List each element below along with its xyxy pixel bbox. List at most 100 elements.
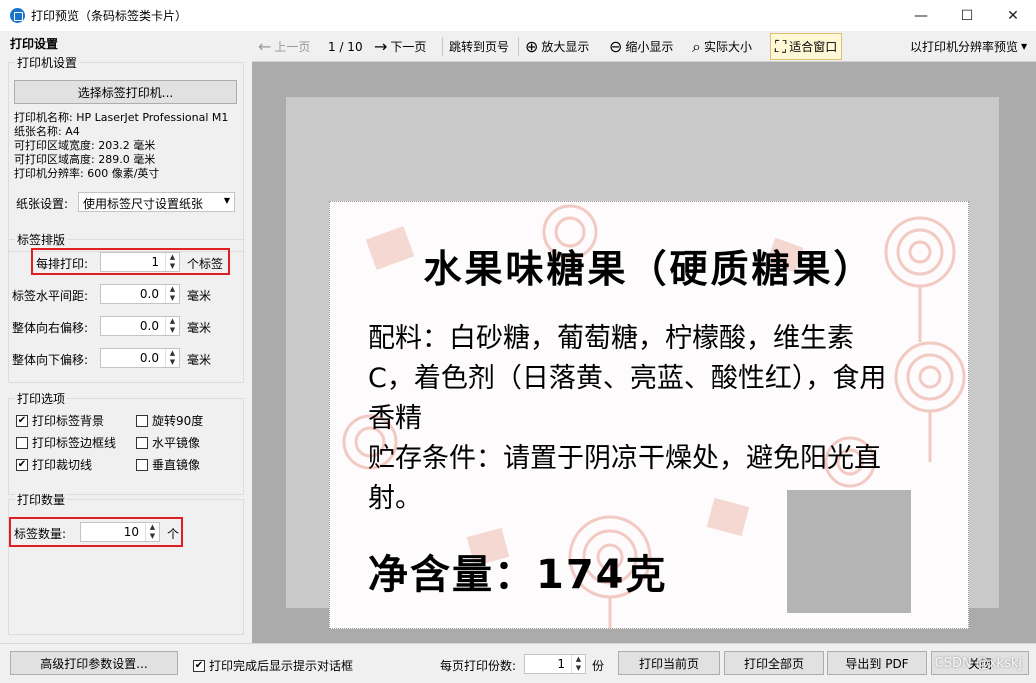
paper-name-info: 纸张名称: A4: [14, 125, 80, 138]
zoom-out-label: 缩小显示: [625, 40, 674, 54]
show-dialog-checkbox[interactable]: ✔ 打印完成后显示提示对话框: [193, 657, 353, 674]
zoom-in-button[interactable]: ⊕ 放大显示: [525, 31, 589, 62]
select-printer-button[interactable]: 选择标签打印机...: [14, 80, 237, 104]
prev-page-button[interactable]: ← 上一页: [258, 31, 310, 62]
spin-arrows-icon[interactable]: ▲ ▼: [165, 317, 179, 335]
checkbox-empty-icon: [16, 436, 28, 449]
right-offset-value: 0.0: [139, 319, 159, 333]
checkmark-icon: ✔: [193, 659, 205, 672]
close-window-button[interactable]: ✕: [990, 0, 1036, 31]
actual-size-button[interactable]: ⌕ 实际大小: [692, 31, 752, 62]
group-title-options: 打印选项: [15, 390, 68, 407]
h-gap-unit: 毫米: [187, 289, 212, 303]
actual-size-label: 实际大小: [703, 40, 752, 54]
mirror-v-checkbox[interactable]: 垂直镜像: [136, 456, 200, 473]
right-offset-stepper[interactable]: 0.0 ▲ ▼: [100, 316, 180, 336]
zoom-in-label: 放大显示: [541, 40, 590, 54]
export-pdf-button[interactable]: 导出到 PDF: [827, 651, 927, 675]
down-offset-stepper[interactable]: 0.0 ▲ ▼: [100, 348, 180, 368]
resolution-preview-label: 以打印机分辨率预览: [910, 40, 1019, 54]
printer-resolution-info: 打印机分辨率: 600 像素/英寸: [14, 167, 160, 180]
prev-page-label: 上一页: [274, 40, 311, 54]
h-gap-stepper[interactable]: 0.0 ▲ ▼: [100, 284, 180, 304]
right-offset-unit: 毫米: [187, 321, 212, 335]
qty-unit: 个: [167, 527, 180, 541]
label-card: 水果味糖果（硬质糖果） 配料：白砂糖，葡萄糖，柠檬酸，维生素C，着色剂（日落黄、…: [329, 201, 969, 629]
print-border-label: 打印标签边框线: [32, 436, 117, 450]
copies-unit: 份: [592, 659, 605, 673]
down-offset-unit: 毫米: [187, 353, 212, 367]
print-border-checkbox[interactable]: 打印标签边框线: [16, 434, 116, 451]
show-dialog-label: 打印完成后显示提示对话框: [209, 659, 354, 673]
paper-setting-label: 纸张设置:: [16, 197, 69, 211]
fit-window-label: 适合窗口: [789, 40, 838, 54]
print-bg-label: 打印标签背景: [32, 414, 105, 428]
h-gap-value: 0.0: [139, 287, 159, 301]
goto-page-button[interactable]: 跳转到页号: [449, 31, 509, 62]
group-title-qty: 打印数量: [15, 491, 68, 508]
window-title: 打印预览（条码标签类卡片）: [31, 9, 188, 23]
print-current-button[interactable]: 打印当前页: [618, 651, 720, 675]
csdn-watermark: CSDN @xkskj: [934, 656, 1022, 671]
qty-value: 10: [123, 525, 139, 539]
checkbox-empty-icon: [136, 458, 148, 471]
print-settings-panel: 打印设置 打印机设置 选择标签打印机... 打印机名称: HP LaserJet…: [0, 31, 252, 643]
toolbar-separator: [518, 37, 519, 56]
zoom-out-icon: ⊖: [609, 37, 623, 56]
bottom-bar: 高级打印参数设置... ✔ 打印完成后显示提示对话框 每页打印份数: 1 ▲ ▼ 份…: [0, 643, 1036, 683]
print-all-button[interactable]: 打印全部页: [724, 651, 824, 675]
qty-label: 标签数量:: [14, 527, 67, 541]
chevron-down-icon: ▼: [223, 196, 230, 205]
spin-arrows-icon[interactable]: ▲ ▼: [165, 349, 179, 367]
rotate90-checkbox[interactable]: 旋转90度: [136, 412, 203, 429]
paper-setting-select[interactable]: 使用标签尺寸设置纸张 ▼: [78, 192, 235, 212]
panel-header: 打印设置: [10, 37, 59, 51]
arrow-left-icon: ←: [258, 37, 272, 56]
paper-setting-value: 使用标签尺寸设置纸张: [83, 197, 204, 211]
down-offset-label: 整体向下偏移:: [12, 353, 89, 367]
spin-arrows-icon[interactable]: ▲ ▼: [165, 253, 179, 271]
right-offset-label: 整体向右偏移:: [12, 321, 89, 335]
next-page-label: 下一页: [390, 40, 427, 54]
copies-stepper[interactable]: 1 ▲ ▼: [524, 654, 586, 674]
zoom-out-button[interactable]: ⊖ 缩小显示: [609, 31, 673, 62]
copies-label: 每页打印份数:: [440, 659, 517, 673]
group-title-printer: 打印机设置: [15, 54, 80, 71]
group-title-layout: 标签排版: [15, 231, 68, 248]
down-offset-value: 0.0: [139, 351, 159, 365]
arrow-right-icon: →: [374, 37, 388, 56]
magnifier-icon: ⌕: [692, 36, 701, 56]
preview-area: 水果味糖果（硬质糖果） 配料：白砂糖，葡萄糖，柠檬酸，维生素C，着色剂（日落黄、…: [252, 62, 1036, 643]
per-row-unit: 个标签: [187, 257, 224, 271]
print-cut-checkbox[interactable]: ✔ 打印裁切线: [16, 456, 92, 473]
page-indicator: 1 / 10: [328, 39, 363, 54]
checkmark-icon: ✔: [16, 414, 28, 427]
fit-window-button[interactable]: ⛶ 适合窗口: [770, 33, 843, 60]
chevron-down-icon: ▼: [1021, 42, 1028, 51]
advanced-settings-button[interactable]: 高级打印参数设置...: [10, 651, 178, 675]
per-row-label: 每排打印:: [36, 257, 89, 271]
copies-value: 1: [557, 657, 565, 671]
per-row-value: 1: [151, 255, 159, 269]
mirror-h-checkbox[interactable]: 水平镜像: [136, 434, 200, 451]
maximize-button[interactable]: ☐: [944, 0, 990, 31]
checkbox-empty-icon: [136, 436, 148, 449]
rotate90-label: 旋转90度: [152, 414, 204, 428]
spin-arrows-icon[interactable]: ▲ ▼: [165, 285, 179, 303]
checkbox-empty-icon: [136, 414, 148, 427]
spin-arrows-icon[interactable]: ▲ ▼: [145, 523, 159, 541]
qty-stepper[interactable]: 10 ▲ ▼: [80, 522, 160, 542]
label-ingredients: 配料：白砂糖，葡萄糖，柠檬酸，维生素C，着色剂（日落黄、亮蓝、酸性红），食用香精…: [368, 323, 887, 514]
per-row-stepper[interactable]: 1 ▲ ▼: [100, 252, 180, 272]
h-gap-label: 标签水平间距:: [12, 289, 89, 303]
qr-code-placeholder: [787, 490, 911, 613]
print-cut-label: 打印裁切线: [32, 458, 93, 472]
mirror-v-label: 垂直镜像: [152, 458, 201, 472]
resolution-preview-dropdown[interactable]: 以打印机分辨率预览 ▼: [910, 31, 1027, 62]
spin-arrows-icon[interactable]: ▲ ▼: [571, 655, 585, 673]
fit-window-icon: ⛶: [775, 36, 787, 56]
print-bg-checkbox[interactable]: ✔ 打印标签背景: [16, 412, 104, 429]
minimize-button[interactable]: —: [898, 0, 944, 31]
next-page-button[interactable]: → 下一页: [374, 31, 426, 62]
zoom-in-icon: ⊕: [525, 37, 539, 56]
